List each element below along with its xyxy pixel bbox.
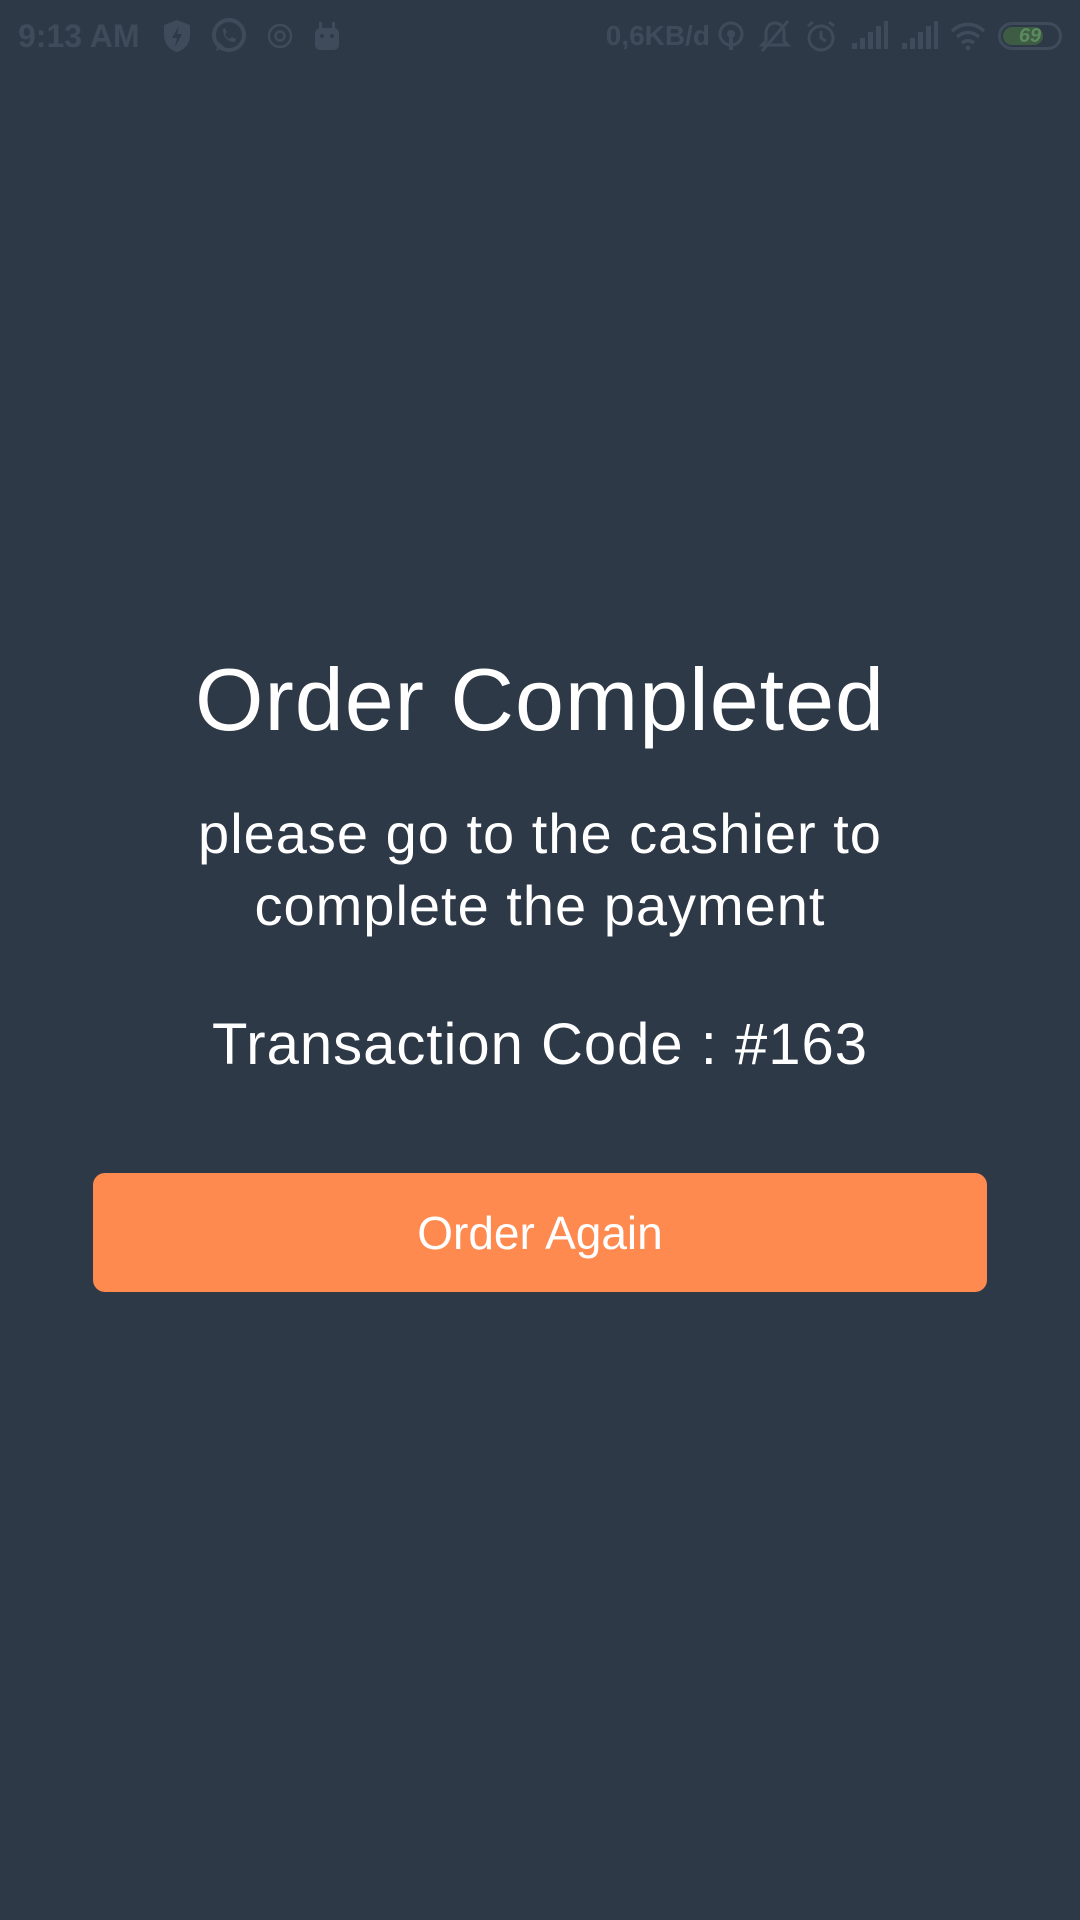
status-bar-left: 9:13 AM	[18, 14, 360, 58]
battery-level: 69	[1018, 24, 1042, 47]
page-title: Order Completed	[195, 650, 885, 749]
status-bar-right: 0,6KB/d 69	[606, 14, 1062, 58]
order-completed-screen: 9:13 AM 0,6KB/d 69 Order Completed pleas…	[0, 0, 1080, 1920]
hotspot-icon	[716, 20, 746, 52]
signal-icon	[850, 21, 888, 51]
network-speed: 0,6KB/d	[605, 20, 710, 51]
battery-icon: 69	[998, 22, 1062, 50]
shield-bolt-icon	[162, 19, 192, 53]
status-time: 9:13 AM	[18, 17, 140, 54]
wifi-icon	[950, 21, 986, 51]
order-again-button[interactable]: Order Again	[93, 1173, 987, 1292]
transaction-code: Transaction Code : #163	[211, 1012, 868, 1077]
order-confirmation: Order Completed please go to the cashier…	[0, 640, 1080, 1080]
whatsapp-icon	[210, 17, 248, 55]
android-icon	[312, 20, 342, 52]
at-icon	[266, 22, 294, 50]
mute-icon	[758, 19, 792, 53]
signal-icon	[900, 21, 938, 51]
status-bar: 9:13 AM 0,6KB/d 69	[0, 0, 1080, 72]
payment-instruction: please go to the cashier to complete the…	[198, 802, 882, 937]
alarm-icon	[804, 19, 838, 53]
